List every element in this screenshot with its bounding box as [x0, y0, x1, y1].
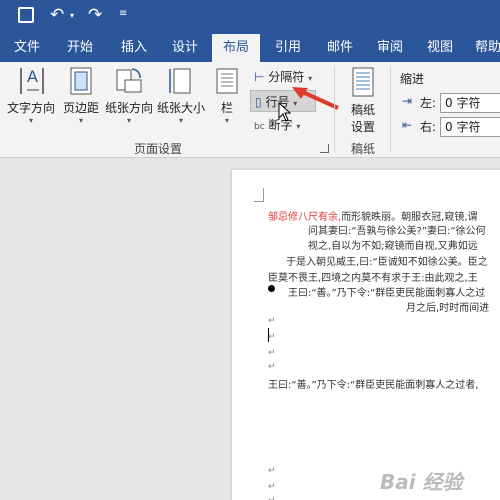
tab-file[interactable]: 文件: [6, 34, 48, 62]
group-divider: [334, 66, 335, 152]
manuscript-settings-button[interactable]: 稿纸 设置: [342, 66, 384, 135]
margins-icon: [70, 67, 92, 95]
tab-layout[interactable]: 布局: [212, 34, 260, 62]
tab-help[interactable]: 帮助: [468, 34, 500, 62]
page-setup-group-label: 页面设置: [134, 142, 183, 156]
tab-review[interactable]: 审阅: [368, 34, 412, 62]
group-divider: [390, 66, 391, 152]
doc-line-7: 月之后,时时而间进: [406, 303, 490, 314]
breaks-icon: ⊢: [254, 70, 265, 84]
manuscript-label-line1: 稿纸: [350, 103, 375, 117]
tab-design[interactable]: 设计: [163, 34, 207, 62]
size-button[interactable]: 纸张大小 ▾: [156, 66, 206, 125]
orientation-label: 纸张方向: [104, 101, 153, 115]
paragraph-mark: ↵: [268, 362, 276, 372]
paragraph-mark: ↵: [268, 316, 276, 326]
manuscript-icon: [352, 67, 374, 97]
doc-line-1: 邹忌修八尺有余,而形貌昳丽。朝服衣冠,窥镜,谓: [268, 208, 478, 223]
size-label: 纸张大小: [156, 101, 205, 115]
chevron-down-icon: ▾: [28, 116, 33, 125]
chevron-down-icon: ▾: [78, 116, 83, 125]
chevron-down-icon: ▾: [178, 116, 183, 125]
paragraph-mark: ↵: [268, 348, 276, 358]
ribbon-tabs: 文件 开始 插入 设计 布局 引用 邮件 审阅 视图 帮助: [0, 34, 500, 62]
text-direction-label: 文字方向: [6, 101, 55, 115]
chevron-down-icon: ▾: [308, 74, 313, 83]
doc-bullet-line: 王曰:“善。”乃下令:“群臣吏民能面刺寡人之过: [288, 288, 486, 299]
undo-dropdown-icon[interactable]: ▾: [70, 11, 74, 20]
tab-home[interactable]: 开始: [58, 34, 102, 62]
bullet-icon: [268, 285, 275, 292]
chevron-down-icon: ▾: [126, 116, 131, 125]
margins-label: 页边距: [62, 101, 99, 115]
chevron-down-icon: ▾: [224, 116, 229, 125]
columns-icon: [216, 68, 238, 94]
tab-view[interactable]: 视图: [418, 34, 462, 62]
save-icon[interactable]: [18, 7, 34, 23]
doc-line-5: 臣莫不畏王,四境之内莫不有求于王:由此观之,王: [268, 273, 478, 284]
orientation-button[interactable]: 纸张方向 ▾: [104, 66, 154, 125]
svg-text:A: A: [27, 67, 38, 86]
text-direction-icon: A: [20, 67, 44, 94]
margin-corner-mark: [254, 188, 264, 202]
indent-right-input[interactable]: 0 字符: [440, 117, 500, 137]
doc-line-4: 于是入朝见威王,曰:“臣诚知不如徐公美。臣之: [286, 257, 488, 268]
indent-title: 缩进: [400, 72, 425, 86]
margins-button[interactable]: 页边距 ▾: [60, 66, 102, 125]
tab-insert[interactable]: 插入: [112, 34, 156, 62]
customize-toolbar-icon[interactable]: ≡: [119, 8, 127, 19]
hyphenation-icon: bc: [254, 122, 265, 132]
tab-references[interactable]: 引用: [266, 34, 310, 62]
ribbon-panel: A 文字方向 ▾ 页边距 ▾ 纸张方向 ▾ 纸张大小 ▾ 栏 ▾ ⊢ 分隔符 ▾…: [0, 62, 500, 158]
indent-right-label: 右:: [420, 120, 437, 134]
watermark: Bai 经验: [380, 470, 463, 494]
paragraph-mark: ↵: [268, 496, 276, 500]
indent-left-icon: ⇥: [402, 94, 413, 108]
tab-mailings[interactable]: 邮件: [318, 34, 362, 62]
line-numbers-icon: ▯: [255, 95, 262, 109]
document-page[interactable]: 邹忌修八尺有余,而形貌昳丽。朝服衣冠,窥镜,谓 问其妻曰:“吾孰与徐公美?”妻曰…: [232, 170, 500, 500]
breaks-label: 分隔符: [268, 70, 305, 84]
undo-icon[interactable]: ↶: [50, 5, 64, 25]
quick-access-toolbar: ↶ ▾ ↷ ≡: [0, 0, 500, 34]
size-icon: [169, 68, 191, 94]
chevron-down-icon: ▾: [296, 122, 301, 131]
manuscript-group-label: 稿纸: [351, 142, 376, 156]
columns-label: 栏: [220, 101, 233, 115]
redo-icon[interactable]: ↷: [88, 5, 102, 25]
doc-line-3: 视之,自以为不如;窥镜而自视,又弗如远: [308, 241, 478, 252]
mouse-cursor-icon: [278, 102, 292, 122]
doc-line-2: 问其妻曰:“吾孰与徐公美?”妻曰:“徐公何: [308, 226, 486, 237]
manuscript-label-line2: 设置: [350, 120, 375, 134]
page-setup-launcher-icon[interactable]: [320, 144, 329, 153]
paragraph-mark: ↵: [268, 332, 276, 342]
paragraph-mark: ↵: [268, 466, 276, 476]
orientation-icon: [116, 68, 142, 93]
indent-right-icon: ⇤: [402, 118, 413, 132]
indent-left-label: 左:: [420, 96, 437, 110]
columns-button[interactable]: 栏 ▾: [212, 66, 242, 125]
text-direction-button[interactable]: A 文字方向 ▾: [4, 66, 58, 125]
text-cursor: [268, 328, 269, 342]
paragraph-mark: ↵: [268, 482, 276, 492]
indent-left-input[interactable]: 0 字符: [440, 93, 500, 113]
doc-last-line: 王曰:“善。”乃下令:“群臣吏民能面刺寡人之过者,: [268, 380, 479, 391]
